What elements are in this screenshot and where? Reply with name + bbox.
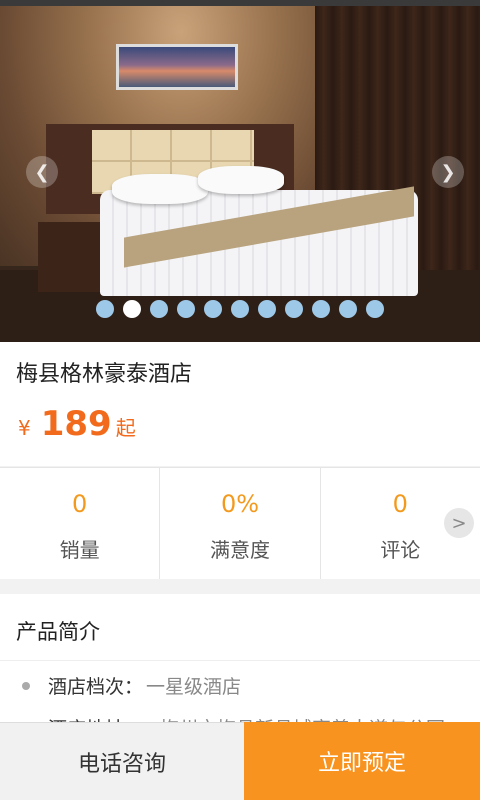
hotel-summary: 梅县格林豪泰酒店 ¥ 189 起 [0, 342, 480, 466]
stat-label: 销量 [59, 538, 100, 562]
photo-pillow [198, 166, 284, 194]
currency-symbol: ¥ [18, 416, 31, 440]
book-now-button[interactable]: 立即预定 [244, 722, 480, 800]
carousel-prev-button[interactable]: ❮ [26, 156, 58, 188]
carousel-dot[interactable] [150, 300, 168, 318]
carousel-dot[interactable] [96, 300, 114, 318]
price: ¥ 189 起 [18, 404, 136, 444]
carousel-next-button[interactable]: ❯ [432, 156, 464, 188]
stat-satisfaction: 0% 满意度 [160, 468, 321, 579]
chevron-left-icon: ❮ [34, 161, 50, 183]
stat-value: 0% [220, 490, 260, 518]
stat-value: 0 [72, 490, 88, 518]
carousel-dot[interactable] [204, 300, 222, 318]
info-value: 一星级酒店 [146, 676, 242, 698]
price-value: 189 [40, 404, 112, 444]
carousel-dot[interactable] [339, 300, 357, 318]
info-label: 酒店档次： [48, 676, 144, 698]
carousel-dot[interactable] [285, 300, 303, 318]
comments-more-button[interactable]: > [444, 508, 474, 538]
carousel-dot[interactable] [231, 300, 249, 318]
photo-painting [116, 44, 238, 90]
stats-bar: 0 销量 0% 满意度 0 评论 [0, 467, 480, 579]
stat-sales: 0 销量 [0, 468, 161, 579]
chevron-right-icon: ❯ [440, 161, 456, 183]
bullet-icon [22, 682, 30, 690]
carousel-dot[interactable] [258, 300, 276, 318]
section-title: 产品简介 [16, 620, 100, 644]
phone-consult-button[interactable]: 电话咨询 [0, 722, 244, 800]
stat-label: 满意度 [209, 538, 270, 562]
photo-pillow [112, 174, 208, 204]
carousel-dot[interactable] [123, 300, 141, 318]
bottom-action-bar: 电话咨询 立即预定 [0, 722, 480, 800]
chevron-right-icon: > [451, 512, 467, 534]
carousel-dot[interactable] [177, 300, 195, 318]
carousel-dot[interactable] [312, 300, 330, 318]
carousel-indicator [0, 300, 480, 318]
price-suffix: 起 [115, 416, 136, 440]
hotel-photo-carousel[interactable]: ❮ ❯ [0, 0, 480, 342]
divider [0, 660, 480, 661]
stat-label: 评论 [380, 538, 421, 562]
hotel-name: 梅县格林豪泰酒店 [16, 362, 193, 387]
carousel-dot[interactable] [366, 300, 384, 318]
